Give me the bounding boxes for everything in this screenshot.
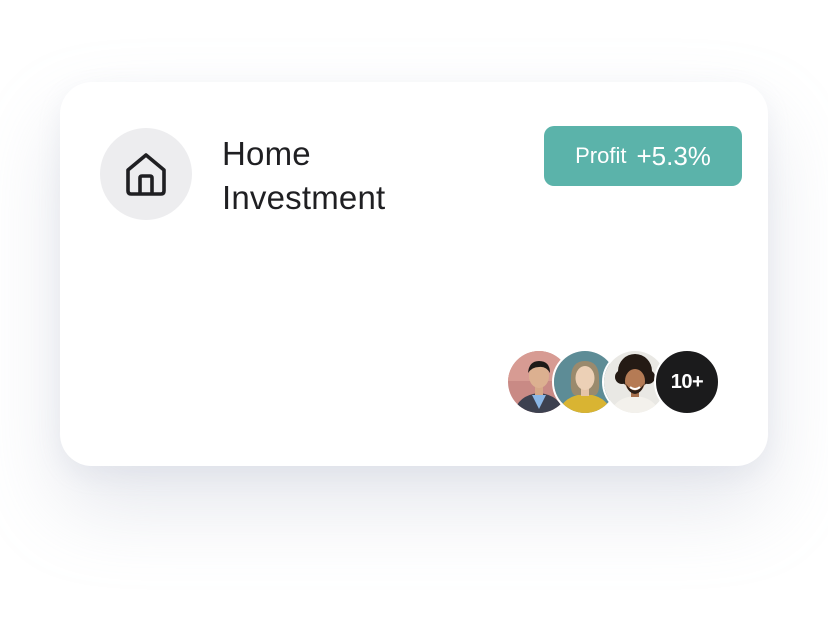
profit-badge: Profit +5.3% [544,126,742,186]
card-title-line1: Home [222,135,311,172]
card-title-line2: Investment [222,179,386,216]
profit-value: +5.3% [636,140,711,171]
home-icon-container [100,128,192,220]
stage: Home Investment Profit +5.3% 10+ [0,0,828,625]
member-avatars[interactable]: 10+ [506,349,720,415]
home-icon [126,153,166,196]
card-title: Home Investment [222,132,385,220]
more-members-badge[interactable]: 10+ [654,349,720,415]
profit-label: Profit [575,143,627,168]
home-investment-card[interactable]: Home Investment Profit +5.3% 10+ [60,82,768,466]
